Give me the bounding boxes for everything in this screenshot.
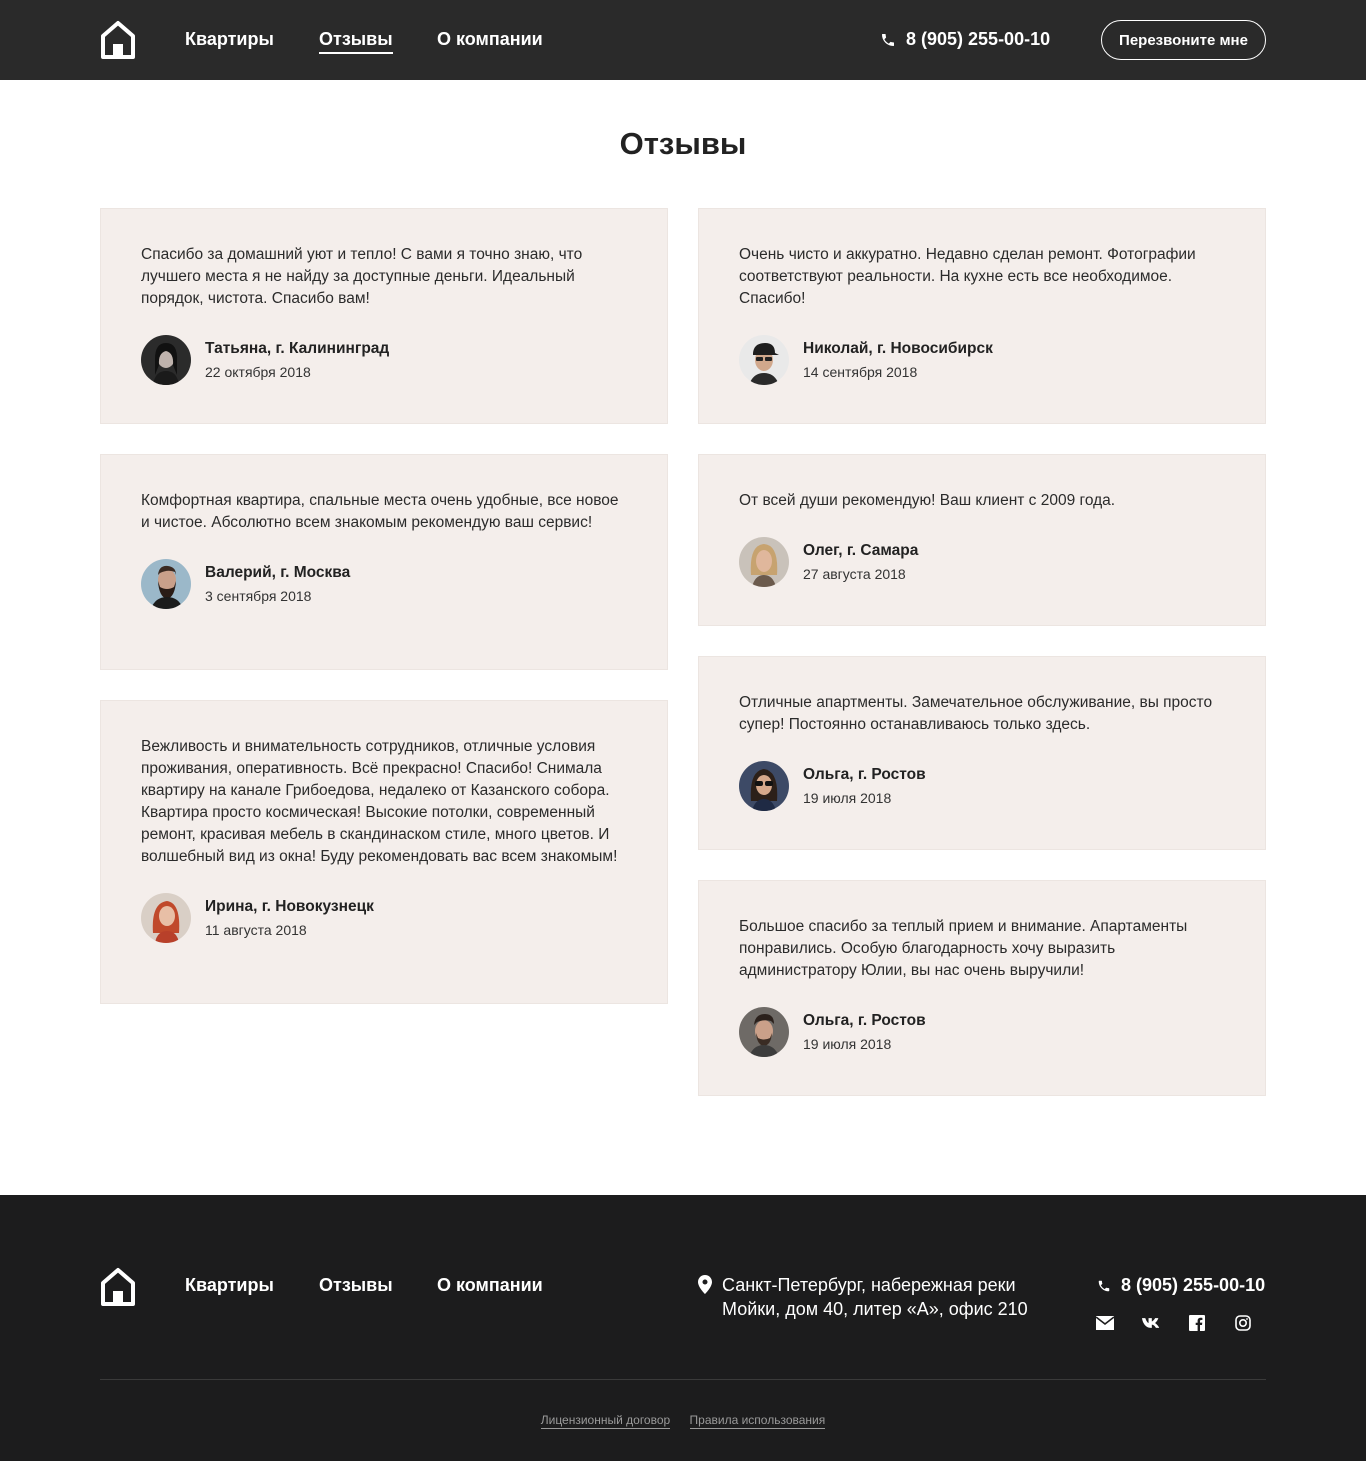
nav-item-about[interactable]: О компании xyxy=(437,28,543,50)
callback-button[interactable]: Перезвоните мне xyxy=(1101,20,1266,60)
review-author-name: Николай, г. Новосибирск xyxy=(803,340,993,357)
review-date: 19 июля 2018 xyxy=(803,790,892,806)
review-author-name: Ирина, г. Новокузнецк xyxy=(205,898,374,915)
review-text: Спасибо за домашний уют и тепло! С вами … xyxy=(141,246,583,307)
review-card: Спасибо за домашний уют и тепло! С вами … xyxy=(100,208,668,424)
house-logo-icon[interactable] xyxy=(100,1267,136,1307)
instagram-icon xyxy=(1235,1315,1251,1331)
nav-item-apartments[interactable]: Квартиры xyxy=(185,28,274,50)
main-content: Отзывы Спасибо за домашний уют и тепло! … xyxy=(0,124,1366,1195)
phone-icon xyxy=(882,33,894,46)
legal-links: Лицензионный договор Правила использован… xyxy=(0,1413,1366,1429)
site-footer: Квартиры Отзывы О компании Санкт-Петербу… xyxy=(0,1195,1366,1461)
license-agreement-link[interactable]: Лицензионный договор xyxy=(540,1413,671,1429)
avatar xyxy=(141,893,191,943)
avatar xyxy=(141,335,191,385)
footer-nav-item-about[interactable]: О компании xyxy=(437,1275,543,1296)
review-date: 14 сентября 2018 xyxy=(803,364,918,380)
review-date: 19 июля 2018 xyxy=(803,1036,892,1052)
review-date: 11 августа 2018 xyxy=(205,922,307,938)
nav-item-reviews[interactable]: Отзывы xyxy=(319,28,393,54)
phone-icon xyxy=(1098,1280,1110,1291)
review-author: Ирина, г. Новокузнецк 11 августа 2018 xyxy=(141,893,627,943)
review-card: Отличные апартменты. Замечательное обслу… xyxy=(698,656,1266,850)
vk-link[interactable] xyxy=(1140,1313,1186,1333)
mail-link[interactable] xyxy=(1094,1313,1140,1333)
footer-nav-item-reviews[interactable]: Отзывы xyxy=(319,1275,393,1296)
review-card: От всей души рекомендую! Ваш клиент с 20… xyxy=(698,454,1266,626)
review-text: Большое спасибо за теплый прием и вниман… xyxy=(739,918,1188,979)
reviews-column-left: Спасибо за домашний уют и тепло! С вами … xyxy=(100,208,668,1034)
house-logo-icon[interactable] xyxy=(100,20,136,60)
facebook-icon xyxy=(1189,1315,1205,1331)
footer-address: Санкт-Петербург, набережная реки Мойки, … xyxy=(698,1273,1032,1321)
avatar xyxy=(739,537,789,587)
avatar xyxy=(141,559,191,609)
review-author: Татьяна, г. Калининград 22 октября 2018 xyxy=(141,335,627,385)
footer-address-text: Санкт-Петербург, набережная реки Мойки, … xyxy=(722,1275,1028,1319)
review-date: 27 августа 2018 xyxy=(803,566,906,582)
review-author: Валерий, г. Москва 3 сентября 2018 xyxy=(141,559,627,609)
page-title: Отзывы xyxy=(619,126,747,161)
reviews-column-right: Очень чисто и аккуратно. Недавно сделан … xyxy=(698,208,1266,1126)
review-date: 22 октября 2018 xyxy=(205,364,311,380)
avatar xyxy=(739,761,789,811)
review-author: Олег, г. Самара 27 августа 2018 xyxy=(739,537,1225,587)
review-card: Очень чисто и аккуратно. Недавно сделан … xyxy=(698,208,1266,424)
review-card: Вежливость и внимательность сотрудников,… xyxy=(100,700,668,1004)
footer-nav-item-apartments[interactable]: Квартиры xyxy=(185,1275,274,1296)
header-phone-number: 8 (905) 255-00-10 xyxy=(906,29,1051,49)
review-author-name: Татьяна, г. Калининград xyxy=(205,340,390,357)
terms-of-use-link[interactable]: Правила использования xyxy=(689,1413,826,1429)
review-text: Очень чисто и аккуратно. Недавно сделан … xyxy=(739,246,1196,307)
review-author: Ольга, г. Ростов 19 июля 2018 xyxy=(739,1007,1225,1057)
mail-icon xyxy=(1096,1316,1114,1330)
reviews-grid: Спасибо за домашний уют и тепло! С вами … xyxy=(0,164,1366,1195)
vk-icon xyxy=(1142,1318,1160,1328)
footer-phone[interactable]: 8 (905) 255-00-10 xyxy=(1097,1275,1265,1296)
location-pin-icon xyxy=(698,1275,712,1294)
site-header: Квартиры Отзывы О компании 8 (905) 255-0… xyxy=(0,0,1366,80)
instagram-link[interactable] xyxy=(1232,1313,1278,1333)
review-card: Большое спасибо за теплый прием и вниман… xyxy=(698,880,1266,1096)
review-text: Вежливость и внимательность сотрудников,… xyxy=(141,738,618,865)
footer-divider xyxy=(100,1379,1266,1380)
review-author: Ольга, г. Ростов 19 июля 2018 xyxy=(739,761,1225,811)
social-links xyxy=(1094,1313,1278,1333)
footer-phone-number: 8 (905) 255-00-10 xyxy=(1121,1275,1266,1295)
review-author-name: Олег, г. Самара xyxy=(803,542,919,559)
review-text: Отличные апартменты. Замечательное обслу… xyxy=(739,694,1213,733)
review-author-name: Ольга, г. Ростов xyxy=(803,1012,926,1029)
review-author-name: Ольга, г. Ростов xyxy=(803,766,926,783)
review-text: От всей души рекомендую! Ваш клиент с 20… xyxy=(739,492,1116,509)
header-phone[interactable]: 8 (905) 255-00-10 xyxy=(880,29,1050,50)
avatar xyxy=(739,1007,789,1057)
facebook-link[interactable] xyxy=(1186,1313,1232,1333)
review-card: Комфортная квартира, спальные места очен… xyxy=(100,454,668,670)
review-text: Комфортная квартира, спальные места очен… xyxy=(141,492,619,531)
avatar xyxy=(739,335,789,385)
review-date: 3 сентября 2018 xyxy=(205,588,312,604)
review-author-name: Валерий, г. Москва xyxy=(205,564,351,581)
review-author: Николай, г. Новосибирск 14 сентября 2018 xyxy=(739,335,1225,385)
